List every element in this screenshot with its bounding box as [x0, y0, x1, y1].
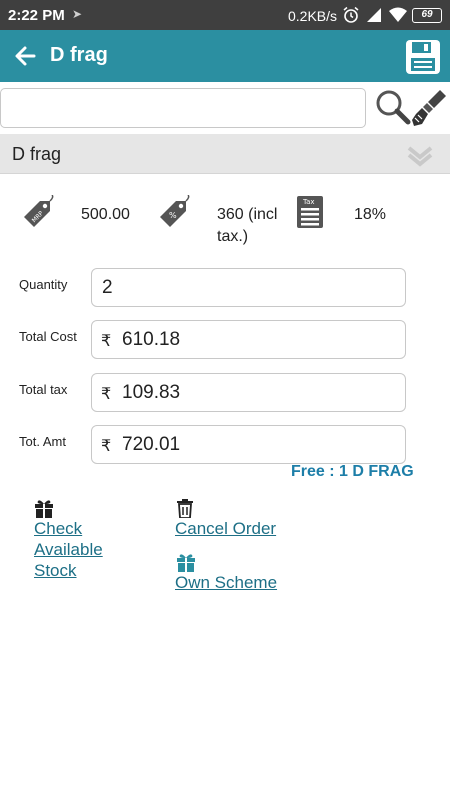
total-tax-field[interactable]: ₹ 109.83 [91, 373, 406, 412]
total-amount-field[interactable]: ₹ 720.01 [91, 425, 406, 464]
quantity-value: 2 [102, 277, 113, 298]
rate-value-line1: 360 (incl [217, 206, 278, 223]
total-amount-label: Tot. Amt [19, 434, 66, 449]
app-bar: D frag [0, 30, 450, 82]
tax-icon-label: Tax [302, 198, 315, 206]
status-bar: 2:22 PM ➤ 0.2KB/s 69 [0, 0, 450, 30]
check-stock-line2: Available [34, 540, 103, 559]
rate-tag-label: % [169, 211, 177, 220]
chevron-down-icon[interactable] [406, 142, 434, 168]
total-cost-value: 610.18 [122, 329, 181, 350]
rupee-icon: ₹ [101, 333, 112, 350]
product-header[interactable]: D frag [0, 134, 450, 174]
free-scheme-text: Free : 1 D FRAG [291, 463, 414, 480]
total-tax-value: 109.83 [122, 382, 181, 403]
save-floppy-icon[interactable] [404, 38, 442, 76]
cancel-order-link[interactable]: Cancel Order [175, 518, 276, 539]
alarm-icon [343, 6, 359, 23]
status-time: 2:22 PM [8, 7, 65, 24]
own-scheme-link[interactable]: Own Scheme [175, 572, 277, 593]
navigation-arrow-icon: ➤ [72, 7, 83, 21]
gift-icon [177, 554, 195, 572]
signal-icon [367, 8, 381, 22]
tax-icon: Tax [297, 196, 323, 228]
check-stock-line3: Stock [34, 561, 77, 580]
check-available-stock-link[interactable]: Check Available Stock [34, 518, 103, 581]
mrp-tag-icon: MRP [24, 195, 54, 227]
trash-icon [177, 499, 193, 518]
mrp-value: 500.00 [81, 206, 130, 223]
total-cost-label: Total Cost [19, 329, 77, 344]
back-arrow-icon[interactable] [12, 43, 38, 69]
quantity-field[interactable]: 2 [91, 268, 406, 307]
product-name: D frag [12, 144, 62, 164]
brush-icon[interactable] [410, 86, 450, 128]
network-speed: 0.2KB/s [288, 8, 338, 24]
rupee-icon: ₹ [101, 438, 112, 455]
wifi-icon [389, 7, 407, 22]
tax-percent: 18% [354, 206, 387, 223]
page-title: D frag [50, 44, 108, 66]
check-stock-line1: Check [34, 519, 83, 538]
total-amount-value: 720.01 [122, 434, 181, 455]
battery-icon: 69 [412, 8, 442, 23]
total-tax-label: Total tax [19, 382, 68, 397]
total-cost-field[interactable]: ₹ 610.18 [91, 320, 406, 359]
rupee-icon: ₹ [101, 386, 112, 403]
rate-tag-icon: % [160, 195, 190, 227]
search-icon[interactable] [374, 88, 412, 126]
rate-value-line2: tax.) [217, 228, 249, 245]
search-input[interactable] [0, 88, 366, 128]
quantity-label: Quantity [19, 277, 68, 292]
gift-icon [35, 500, 53, 518]
